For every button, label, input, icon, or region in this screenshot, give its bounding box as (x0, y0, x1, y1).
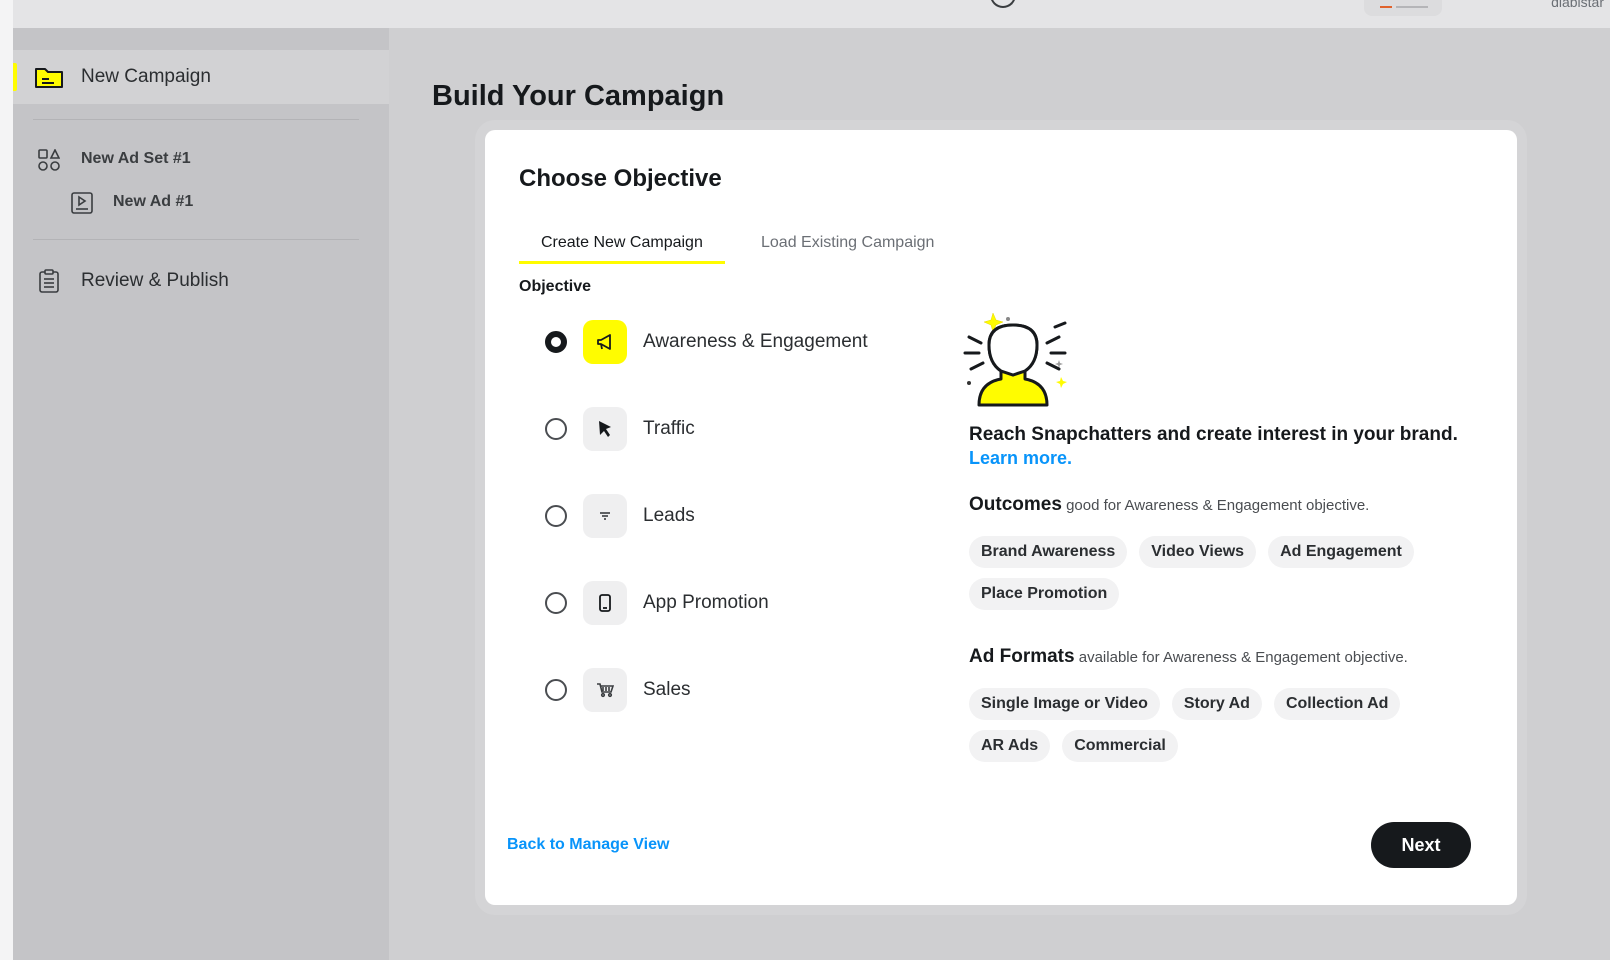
objective-label: Objective (519, 278, 592, 295)
outcomes-heading: Outcomes good for Awareness & Engagement… (969, 494, 1369, 516)
radio-button[interactable] (545, 418, 567, 440)
format-chip: AR Ads (969, 730, 1051, 762)
ad-formats-title: Ad Formats (969, 646, 1075, 667)
format-chip: Single Image or Video (969, 688, 1160, 720)
outcome-chip: Brand Awareness (969, 536, 1128, 568)
outcome-chip: Place Promotion (969, 578, 1120, 610)
objective-awareness[interactable]: Awareness & Engagement (545, 319, 868, 365)
card-title: Choose Objective (519, 165, 722, 192)
snapchat-logo-icon[interactable] (990, 0, 1016, 8)
tab-create-new-campaign[interactable]: Create New Campaign (519, 220, 725, 264)
ad-formats-heading: Ad Formats available for Awareness & Eng… (969, 646, 1408, 668)
outcomes-chips: Brand Awareness Video Views Ad Engagemen… (969, 536, 1489, 610)
megaphone-icon (583, 320, 627, 364)
ad-formats-chips: Single Image or Video Story Ad Collectio… (969, 688, 1489, 762)
radio-button[interactable] (545, 505, 567, 527)
sidebar-item-review-publish[interactable]: Review & Publish (81, 270, 229, 292)
top-bar: diabistar (0, 0, 1610, 28)
radio-button[interactable] (545, 592, 567, 614)
objective-sales[interactable]: Sales (545, 667, 691, 713)
objective-app-promotion[interactable]: App Promotion (545, 580, 769, 626)
sidebar-item-ad-set[interactable]: New Ad Set #1 (81, 150, 191, 168)
sidebar: New Campaign New Ad Set #1 New Ad #1 Rev… (13, 28, 389, 960)
outcomes-title: Outcomes (969, 494, 1062, 515)
objective-label-text: Sales (643, 679, 691, 700)
objective-label-text: App Promotion (643, 592, 769, 613)
pill-indicator-gray (1396, 6, 1428, 8)
folder-icon (33, 64, 65, 90)
objective-label-text: Awareness & Engagement (643, 331, 868, 352)
next-button[interactable]: Next (1371, 822, 1471, 868)
page-title: Build Your Campaign (432, 80, 725, 112)
format-chip: Story Ad (1171, 688, 1262, 720)
pill-indicator (1380, 6, 1392, 8)
objective-description: Reach Snapchatters and create interest i… (969, 424, 1458, 445)
format-chip: Commercial (1062, 730, 1178, 762)
objective-label-text: Leads (643, 505, 695, 526)
phone-icon (583, 581, 627, 625)
outcomes-subtitle: good for Awareness & Engagement objectiv… (1066, 497, 1370, 514)
format-chip: Collection Ad (1273, 688, 1401, 720)
objective-card: Choose Objective Create New Campaign Loa… (485, 130, 1517, 905)
objective-traffic[interactable]: Traffic (545, 406, 695, 452)
clipboard-icon (37, 268, 61, 294)
left-edge (0, 0, 13, 960)
active-indicator (13, 63, 17, 91)
sidebar-divider (33, 119, 359, 120)
video-ad-icon (70, 191, 94, 215)
sidebar-divider (33, 239, 359, 240)
cart-icon (583, 668, 627, 712)
sidebar-item-new-campaign[interactable]: New Campaign (13, 50, 389, 104)
user-menu[interactable]: diabistar (1551, 0, 1604, 10)
sidebar-label-new-campaign: New Campaign (81, 66, 211, 87)
shapes-icon (37, 148, 61, 172)
ad-formats-subtitle: available for Awareness & Engagement obj… (1078, 649, 1408, 666)
sidebar-item-ad[interactable]: New Ad #1 (113, 193, 193, 211)
outcome-chip: Video Views (1139, 536, 1257, 568)
radio-button[interactable] (545, 679, 567, 701)
objective-label-text: Traffic (643, 418, 695, 439)
radio-button[interactable] (545, 331, 567, 353)
outcome-chip: Ad Engagement (1268, 536, 1414, 568)
back-to-manage-view-link[interactable]: Back to Manage View (507, 836, 669, 854)
cursor-icon (583, 407, 627, 451)
person-attention-icon (959, 305, 1069, 415)
filter-icon (583, 494, 627, 538)
objective-leads[interactable]: Leads (545, 493, 695, 539)
top-menu-pill[interactable] (1364, 0, 1442, 16)
learn-more-link[interactable]: Learn more. (969, 448, 1072, 469)
tab-load-existing-campaign[interactable]: Load Existing Campaign (739, 220, 956, 264)
